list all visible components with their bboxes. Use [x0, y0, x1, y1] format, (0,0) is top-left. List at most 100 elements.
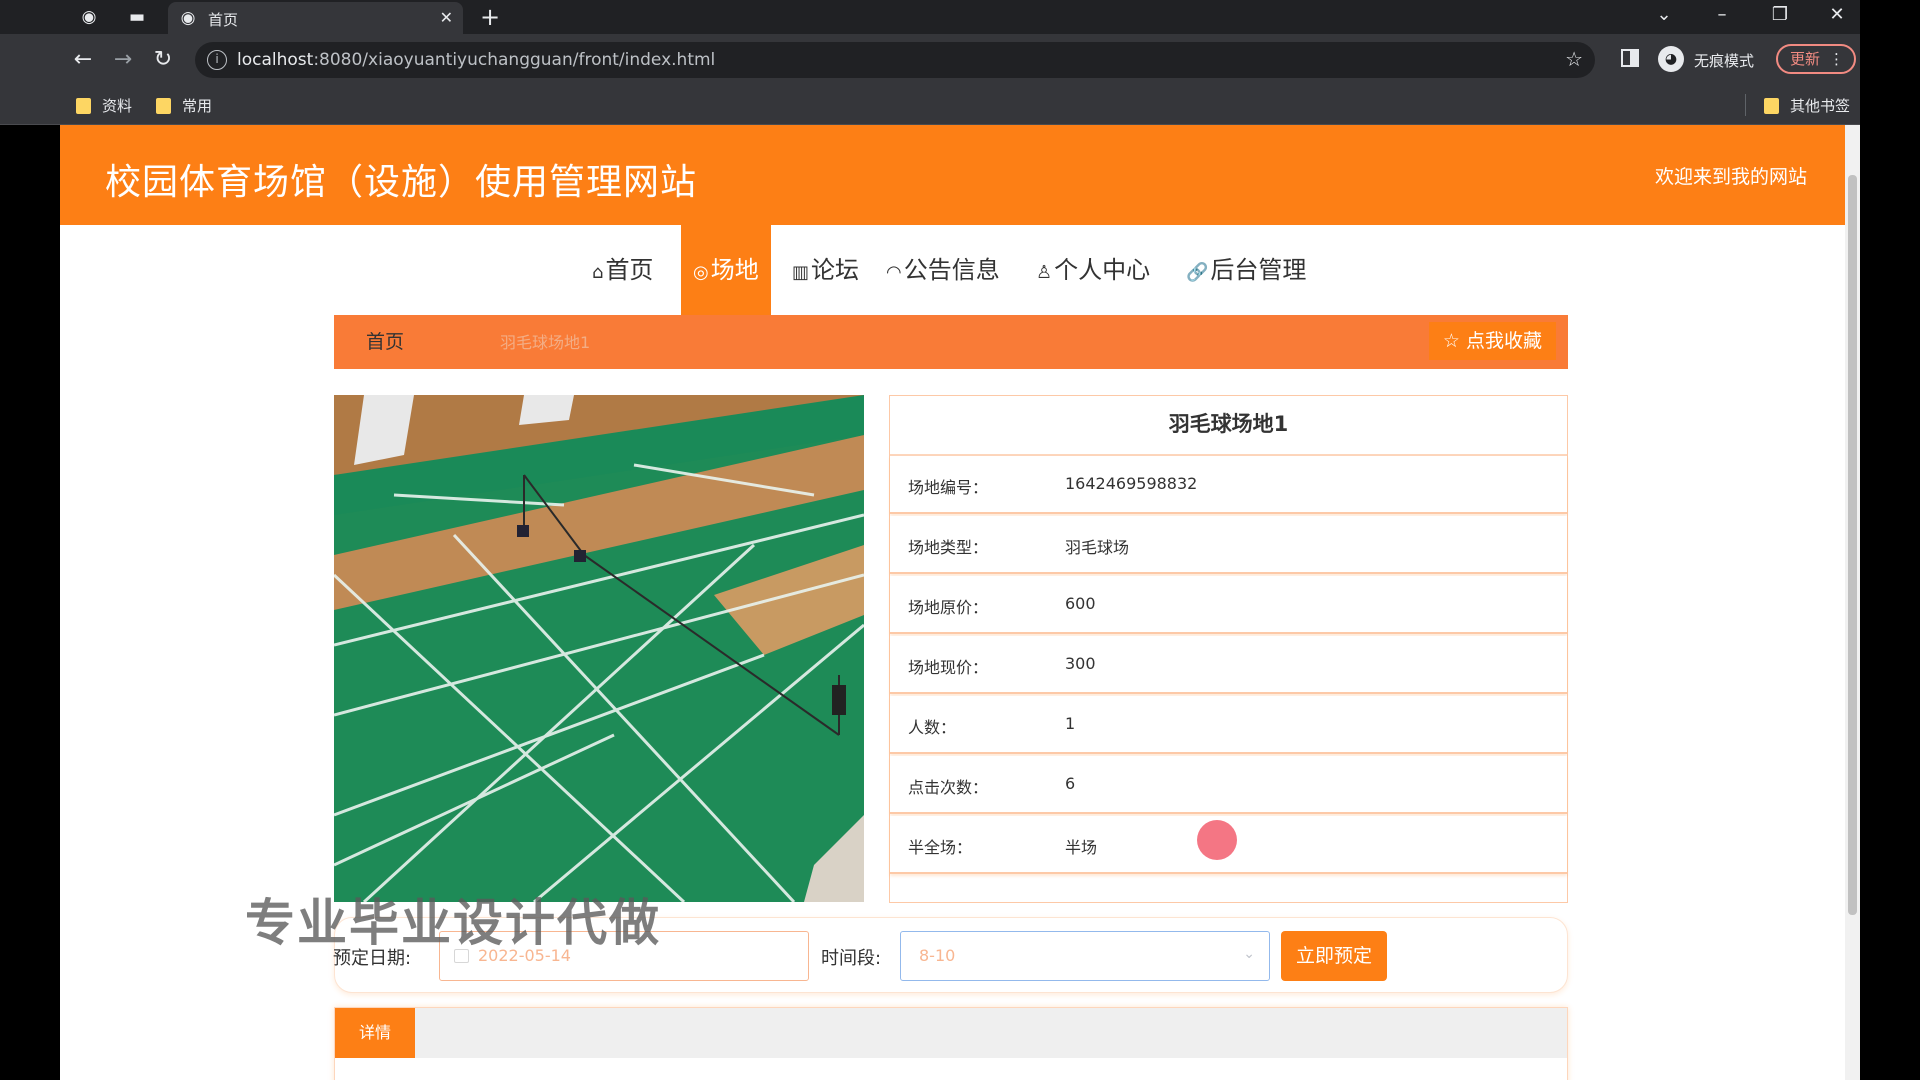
book-now-button[interactable]: 立即预定 — [1281, 931, 1387, 981]
minimize-icon[interactable]: – — [1707, 2, 1737, 28]
field-label: 场地原价： — [908, 598, 989, 617]
incognito-icon[interactable]: ◕ — [1658, 46, 1684, 72]
browser-tab[interactable]: ◉ 首页 ✕ — [168, 2, 463, 34]
tab-strip: ◉ ▬ ◉ 首页 ✕ + ⌄ – ❐ ✕ — [0, 0, 1860, 34]
dashboard-icon: ◠ — [886, 262, 902, 283]
bookmark-folder-ziliao[interactable]: 资料 — [76, 95, 132, 117]
star-icon: ☆ — [1442, 330, 1460, 352]
page-scrollbar[interactable] — [1845, 125, 1860, 1080]
field-label: 人数： — [908, 718, 957, 737]
site-header: 校园体育场馆（设施）使用管理网站 欢迎来到我的网站 — [60, 125, 1845, 225]
field-label: 场地现价： — [908, 658, 989, 677]
address-bar[interactable]: i localhost:8080/xiaoyuantiyuchangguan/f… — [195, 42, 1595, 78]
bookmarks-bar: 资料 常用 其他书签 — [0, 86, 1860, 125]
update-label: 更新 — [1790, 50, 1821, 68]
field-value: 1 — [1065, 714, 1076, 733]
time-label: 时间段: — [821, 948, 882, 969]
site-title: 校园体育场馆（设施）使用管理网站 — [105, 162, 698, 203]
nav-item-home[interactable]: ⌂首页 — [592, 225, 653, 315]
chevron-down-icon[interactable]: ⌄ — [1649, 2, 1679, 28]
nav-label: 场地 — [710, 256, 759, 284]
side-panel-icon[interactable] — [1621, 49, 1639, 67]
field-label: 半全场： — [908, 838, 973, 857]
folder-icon — [1764, 98, 1779, 114]
info-row: 人数： 1 — [890, 696, 1567, 754]
site-welcome: 欢迎来到我的网站 — [1654, 166, 1807, 188]
info-row: 点击次数： 6 — [890, 756, 1567, 814]
forward-arrow-icon[interactable]: → — [110, 47, 136, 73]
browser-chrome: ◉ ▬ ◉ 首页 ✕ + ⌄ – ❐ ✕ ← → ↻ i localhost:8… — [0, 0, 1860, 125]
info-row: 场地现价： 300 — [890, 636, 1567, 694]
address-toolbar: ← → ↻ i localhost:8080/xiaoyuantiyuchang… — [0, 34, 1860, 86]
field-label: 点击次数： — [908, 778, 989, 797]
venue-name: 羽毛球场地1 — [890, 396, 1567, 456]
field-value: 羽毛球场 — [1065, 538, 1130, 557]
star-icon[interactable]: ☆ — [1565, 47, 1583, 71]
back-arrow-icon[interactable]: ← — [70, 47, 96, 73]
breadcrumb: 首页 羽毛球场地1 ☆ 点我收藏 — [334, 315, 1568, 369]
breadcrumb-current: 羽毛球场地1 — [500, 333, 591, 352]
tab-search-icon[interactable]: ▬ — [126, 6, 148, 28]
page-viewport: 校园体育场馆（设施）使用管理网站 欢迎来到我的网站 ⌂首页 ◎场地 ▥论坛 ◠公… — [60, 125, 1860, 1080]
home-icon: ⌂ — [592, 262, 604, 283]
nav-label: 个人中心 — [1054, 256, 1151, 284]
details-section: 详情 — [334, 1007, 1568, 1080]
new-tab-button[interactable]: + — [480, 3, 500, 31]
field-label: 场地类型： — [908, 538, 989, 557]
url-path: :8080/xiaoyuantiyuchangguan/front/index.… — [313, 50, 716, 70]
venue-photo — [334, 395, 864, 902]
incognito-label: 无痕模式 — [1694, 52, 1755, 70]
breadcrumb-home[interactable]: 首页 — [366, 327, 404, 354]
nav-label: 论坛 — [811, 256, 860, 284]
url-host: localhost — [237, 50, 314, 70]
time-slot-value: 8-10 — [919, 946, 956, 965]
globe-icon: ◉ — [180, 8, 196, 28]
venue-icon: ◎ — [693, 262, 709, 283]
screen-border-left — [0, 125, 60, 1080]
main-nav: ⌂首页 ◎场地 ▥论坛 ◠公告信息 ♙个人中心 🔗后台管理 — [60, 225, 1845, 315]
tab-title: 首页 — [208, 11, 239, 29]
field-value: 6 — [1065, 774, 1076, 793]
time-slot-select[interactable]: 8-10 ⌄ — [900, 931, 1270, 981]
field-label: 场地编号： — [908, 478, 989, 497]
url-text[interactable]: localhost:8080/xiaoyuantiyuchangguan/fro… — [237, 50, 715, 70]
folder-icon — [156, 98, 171, 114]
nav-label: 后台管理 — [1210, 256, 1307, 284]
bookmark-folder-changyong[interactable]: 常用 — [156, 95, 212, 117]
field-value: 半场 — [1065, 838, 1098, 857]
link-icon: 🔗 — [1186, 262, 1209, 283]
globe-icon[interactable]: ◉ — [78, 6, 100, 28]
info-icon[interactable]: i — [207, 50, 227, 70]
chevron-down-icon: ⌄ — [1243, 946, 1255, 962]
scrollbar-thumb[interactable] — [1848, 175, 1857, 915]
close-window-icon[interactable]: ✕ — [1822, 2, 1852, 28]
details-tab-row: 详情 — [335, 1008, 1567, 1058]
user-icon: ♙ — [1036, 262, 1053, 283]
nav-label: 首页 — [605, 256, 654, 284]
info-row: 场地原价： 600 — [890, 576, 1567, 634]
info-row: 场地编号： 1642469598832 — [890, 456, 1567, 514]
tab-details[interactable]: 详情 — [335, 1008, 415, 1058]
collect-label: 点我收藏 — [1465, 330, 1542, 352]
nav-item-venue[interactable]: ◎场地 — [681, 225, 771, 315]
screen: ◉ ▬ ◉ 首页 ✕ + ⌄ – ❐ ✕ ← → ↻ i localhost:8… — [0, 0, 1920, 1080]
bookmark-label: 其他书签 — [1790, 97, 1851, 115]
screen-border-right — [1860, 0, 1920, 1080]
nav-label: 公告信息 — [903, 256, 1000, 284]
reload-icon[interactable]: ↻ — [150, 47, 176, 73]
collect-button[interactable]: ☆ 点我收藏 — [1428, 322, 1556, 360]
badminton-court-image — [334, 395, 864, 902]
bookmark-folder-other[interactable]: 其他书签 — [1764, 95, 1850, 117]
forum-icon: ▥ — [792, 262, 810, 283]
nav-item-admin[interactable]: 🔗后台管理 — [1186, 225, 1306, 315]
update-button[interactable]: 更新 ⋮ — [1776, 44, 1856, 74]
nav-item-profile[interactable]: ♙个人中心 — [1036, 225, 1150, 315]
bookmark-label: 资料 — [102, 97, 133, 115]
more-menu-icon[interactable]: ⋮ — [1829, 46, 1844, 72]
nav-item-forum[interactable]: ▥论坛 — [792, 225, 859, 315]
nav-item-notice[interactable]: ◠公告信息 — [886, 225, 1000, 315]
cursor-highlight — [1197, 820, 1237, 860]
close-icon[interactable]: ✕ — [440, 8, 453, 28]
bookmark-separator — [1745, 94, 1746, 116]
restore-icon[interactable]: ❐ — [1765, 2, 1795, 28]
